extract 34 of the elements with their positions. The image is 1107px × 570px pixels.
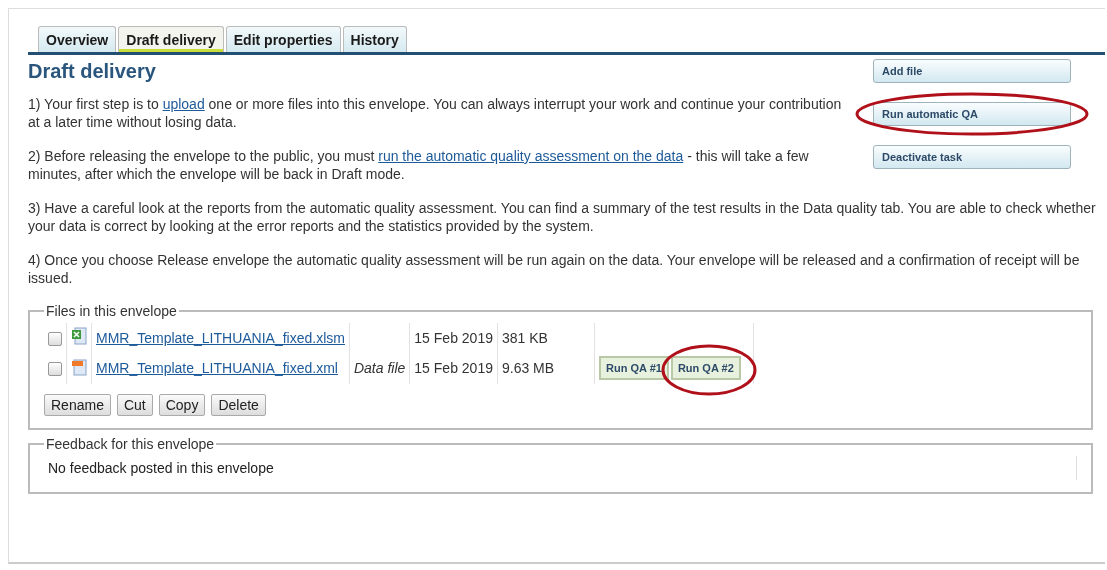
fieldset-legend: Feedback for this envelope — [44, 436, 217, 452]
instruction-text: 4) Once you choose Release envelope the automatic quality assessment will be run again on the data. Your envelope will be released and a confirmation of receipt will be issued. — [28, 251, 1081, 287]
spreadsheet-file-icon — [71, 327, 87, 345]
fieldset-legend: Files in this envelope — [44, 303, 179, 319]
instruction-text: 2) Before releasing the envelope to the public, you must run the automatic quality assessment on the data - this will take a few minutes, after which the envelope will be back in Draft mode. — [28, 147, 810, 183]
tab[interactable]: Overview — [38, 26, 117, 52]
tab[interactable]: Edit properties — [225, 26, 341, 52]
instruction-text: 3) Have a careful look at the reports from the automatic quality assessment. You can find a summary of the test results in the Data quality tab. You are able to check whether your data is correct by looking at the error reports and the statistics provided by the system. — [28, 199, 1097, 235]
tab[interactable]: History — [342, 26, 407, 52]
file-size: 9.63 MB — [501, 360, 555, 376]
file-action-button[interactable]: Copy — [158, 394, 206, 416]
file-link[interactable]: MMR_Template_LITHUANIA_fixed.xml — [96, 360, 338, 376]
file-action-button[interactable]: Rename — [44, 394, 111, 416]
checkbox[interactable] — [48, 331, 62, 346]
instruction-link[interactable]: run the automatic quality assessment on the data — [378, 148, 684, 164]
file-date: 15 Feb 2019 — [414, 329, 493, 346]
action-button[interactable]: Add file — [873, 59, 1071, 83]
action-button[interactable]: Deactivate task — [873, 145, 1071, 169]
tab[interactable]: Draft delivery — [118, 26, 224, 52]
run-qa-button[interactable]: Run QA #2 — [670, 356, 741, 380]
file-size: 381 KB — [501, 329, 548, 346]
file-action-button[interactable]: Delete — [211, 394, 266, 416]
file-link[interactable]: MMR_Template_LITHUANIA_fixed.xlsm — [96, 329, 345, 346]
file-date: 15 Feb 2019 — [414, 360, 493, 376]
file-description: Data file — [353, 360, 406, 376]
run-qa-button[interactable]: Run QA #1 — [599, 356, 669, 380]
feedback-message: No feedback posted in this envelope — [48, 460, 274, 476]
file-action-button[interactable]: Cut — [116, 394, 153, 416]
page-heading: Draft delivery — [28, 60, 157, 83]
document-file-icon — [71, 357, 87, 376]
action-button[interactable]: Run automatic QA — [873, 102, 1071, 126]
instruction-link[interactable]: upload — [162, 96, 205, 112]
instruction-text: 1) Your first step is to upload one or more files into this envelope. You can always interrupt your work and continue your contribution at a later time without losing data. — [28, 95, 843, 131]
checkbox[interactable] — [48, 362, 62, 377]
